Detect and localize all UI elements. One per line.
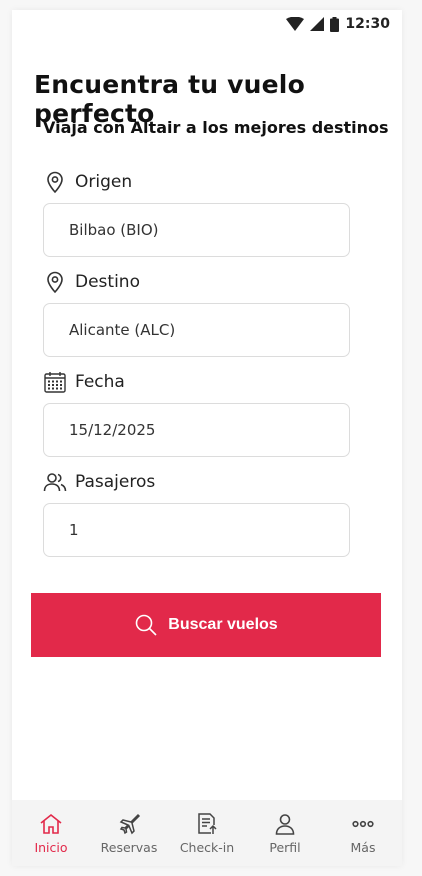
origin-label-text: Origen: [75, 172, 133, 192]
more-icon: [352, 820, 374, 827]
signal-icon: [310, 17, 325, 31]
search-button-label: Buscar vuelos: [168, 616, 278, 633]
nav-label-reservas: Reservas: [100, 839, 158, 855]
nav-label-inicio: Inicio: [34, 839, 68, 855]
app-screen: 12:30 Encuentra tu vuelo perfecto Viaja …: [12, 10, 402, 866]
passengers-label-text: Pasajeros: [75, 472, 156, 492]
origin-label: Origen: [43, 170, 132, 194]
location-pin-icon: [47, 171, 63, 194]
checkin-icon: [198, 812, 217, 834]
nav-label-mas: Más: [350, 839, 376, 855]
calendar-icon: [44, 372, 66, 393]
passengers-field[interactable]: 1: [43, 503, 350, 557]
status-time: 12:30: [345, 16, 390, 32]
nav-item-inicio[interactable]: Inicio: [16, 812, 86, 855]
users-icon: [43, 473, 67, 492]
nav-label-checkin: Check-in: [179, 839, 235, 855]
destination-field[interactable]: Alicante (ALC): [43, 303, 350, 357]
nav-item-mas[interactable]: Más: [328, 812, 398, 855]
page-subtitle: Viaja con Altair a los mejores destinos: [43, 118, 389, 137]
date-field[interactable]: 15/12/2025: [43, 403, 350, 457]
nav-item-checkin[interactable]: Check-in: [172, 812, 242, 855]
origin-field[interactable]: Bilbao (BIO): [43, 203, 350, 257]
destination-label-text: Destino: [75, 272, 140, 292]
profile-icon: [275, 813, 295, 835]
location-pin-icon: [47, 271, 63, 294]
search-flights-button[interactable]: Buscar vuelos: [31, 593, 381, 657]
destination-label: Destino: [43, 270, 140, 294]
date-label: Fecha: [43, 370, 125, 394]
status-bar: 12:30: [286, 10, 402, 38]
nav-label-perfil: Perfil: [269, 839, 301, 855]
plane-icon: [119, 813, 141, 834]
home-icon: [40, 813, 62, 834]
passengers-label: Pasajeros: [43, 470, 155, 494]
battery-icon: [330, 16, 340, 32]
nav-item-reservas[interactable]: Reservas: [94, 812, 164, 855]
date-label-text: Fecha: [75, 372, 125, 392]
nav-item-perfil[interactable]: Perfil: [250, 812, 320, 855]
search-icon: [135, 614, 157, 636]
wifi-icon: [286, 17, 305, 31]
bottom-nav: Inicio Reservas Check-in Perfil Más: [12, 800, 402, 866]
